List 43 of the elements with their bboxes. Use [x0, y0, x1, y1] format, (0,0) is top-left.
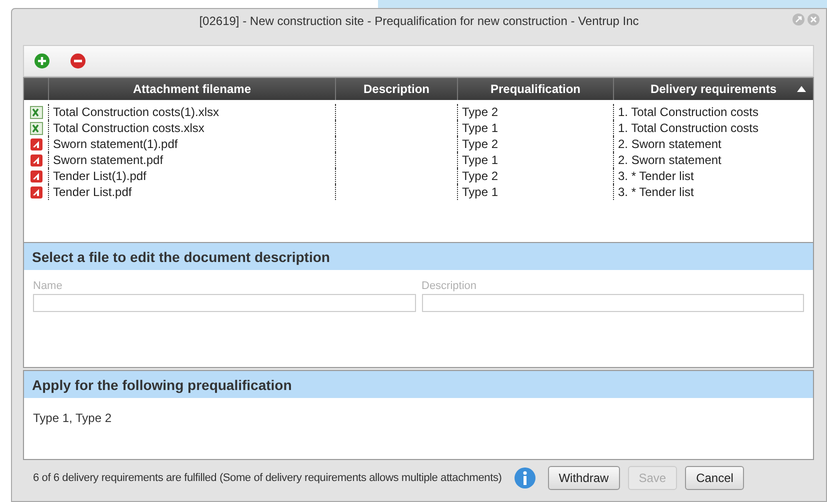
dialog-button[interactable]: Withdraw	[548, 466, 620, 490]
table-cell: Type 1	[457, 184, 613, 200]
column-header[interactable]: Description	[335, 78, 457, 100]
section-header: Apply for the following prequalification	[23, 370, 814, 398]
window-title: [02619] - New construction site - Prequalification for new construction - Ventrup Inc	[198, 14, 640, 28]
table-cell: 3. * Tender list	[613, 168, 813, 184]
column-header[interactable]: Prequalification	[457, 78, 613, 100]
table-cell: Type 2	[457, 168, 613, 184]
remove-button[interactable]	[70, 53, 86, 69]
table-cell: Tender List(1).pdf	[48, 168, 335, 184]
table-cell: 3. * Tender list	[613, 184, 813, 200]
table-cell: 2. Sworn statement	[613, 136, 813, 152]
table-cell: 1. Total Construction costs	[613, 120, 813, 136]
pdf-file-icon	[30, 154, 42, 166]
table-cell: 1. Total Construction costs	[613, 104, 813, 120]
info-icon[interactable]	[514, 467, 536, 489]
table-cell: Tender List.pdf	[48, 184, 335, 200]
maximize-icon[interactable]	[792, 13, 805, 26]
table-cell: Sworn statement(1).pdf	[48, 136, 335, 152]
field-label: Description	[422, 280, 478, 292]
section-header: Select a file to edit the document description	[23, 243, 814, 270]
status-text: 6 of 6 delivery requirements are fulfilled (Some of delivery requirements allows multiple attachments)	[33, 472, 502, 484]
field-label: Name	[33, 280, 64, 292]
close-icon[interactable]	[807, 13, 820, 26]
pdf-file-icon	[30, 170, 42, 182]
table-cell: Type 2	[457, 136, 613, 152]
pdf-file-icon	[30, 138, 42, 150]
table-cell: Sworn statement.pdf	[48, 152, 335, 168]
table-cell: Total Construction costs.xlsx	[48, 120, 335, 136]
pdf-file-icon	[30, 186, 42, 198]
column-header[interactable]: Attachment filename	[48, 78, 335, 100]
table-cell: Total Construction costs(1).xlsx	[48, 104, 335, 120]
table-cell: Type 1	[457, 152, 613, 168]
spreadsheet-file-icon	[30, 122, 42, 134]
table-cell: Type 2	[457, 104, 613, 120]
add-button[interactable]	[34, 53, 50, 69]
prequalification-text: Type 1, Type 2	[33, 411, 112, 425]
spreadsheet-file-icon	[30, 106, 42, 118]
dialog-button[interactable]: Cancel	[685, 466, 744, 490]
sort-ascending-icon	[797, 86, 806, 92]
table-cell: 2. Sworn statement	[613, 152, 813, 168]
column-header[interactable]: Delivery requirements	[613, 78, 813, 100]
table-cell: Type 1	[457, 120, 613, 136]
